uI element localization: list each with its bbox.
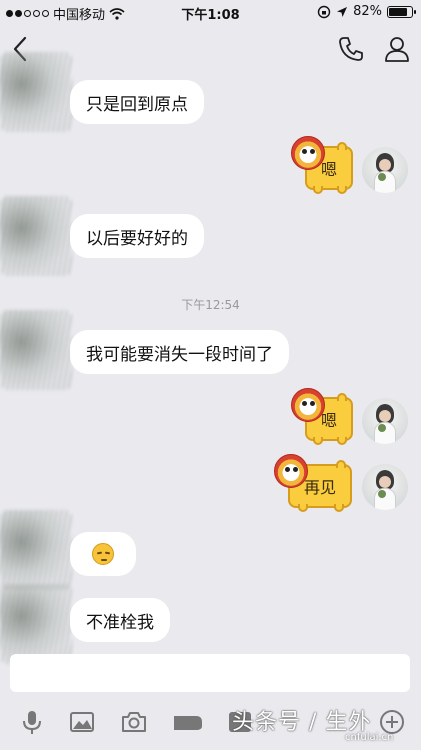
contact-avatar[interactable] xyxy=(0,310,72,390)
message-text: 以后要好好的 xyxy=(86,228,188,249)
contact-avatar[interactable] xyxy=(0,584,72,664)
user-avatar[interactable] xyxy=(362,398,408,444)
user-avatar[interactable] xyxy=(362,147,408,193)
pensive-face-icon xyxy=(92,543,114,565)
watermark-url: cnfulai.cn xyxy=(345,732,394,743)
battery-percent: 82% xyxy=(353,4,382,19)
message-bubble-left[interactable] xyxy=(70,532,136,576)
message-text: 不准栓我 xyxy=(86,612,154,633)
user-avatar[interactable] xyxy=(362,464,408,510)
contact-avatar[interactable] xyxy=(0,196,72,276)
microphone-icon[interactable] xyxy=(18,708,46,736)
battery-icon xyxy=(387,5,416,18)
message-text: 我可能要消失一段时间了 xyxy=(86,344,273,365)
image-icon[interactable] xyxy=(68,708,96,736)
message-bubble-left[interactable]: 不准栓我 xyxy=(70,598,170,642)
location-arrow-icon xyxy=(337,6,348,17)
status-bar: 中国移动 下午1:08 82% xyxy=(0,0,421,24)
message-bubble-left[interactable]: 以后要好好的 xyxy=(70,214,204,258)
contact-avatar[interactable] xyxy=(0,52,72,132)
lion-sticker-icon xyxy=(274,454,308,488)
rotation-lock-icon xyxy=(317,5,331,18)
message-input[interactable] xyxy=(10,654,410,692)
lion-sticker-icon xyxy=(291,388,325,422)
lion-sticker-icon xyxy=(291,136,325,170)
phone-icon[interactable] xyxy=(336,34,366,64)
status-right-group: 82% xyxy=(317,4,416,19)
camera-icon[interactable] xyxy=(120,708,148,736)
message-bubble-left[interactable]: 我可能要消失一段时间了 xyxy=(70,330,289,374)
hongbao-icon[interactable] xyxy=(172,708,204,736)
message-bubble-left[interactable]: 只是回到原点 xyxy=(70,80,204,124)
battery-fill xyxy=(389,7,408,16)
sticker-text: 再见 xyxy=(303,478,336,497)
message-text: 只是回到原点 xyxy=(86,94,188,115)
contact-avatar[interactable] xyxy=(0,510,72,590)
person-icon[interactable] xyxy=(382,34,412,64)
